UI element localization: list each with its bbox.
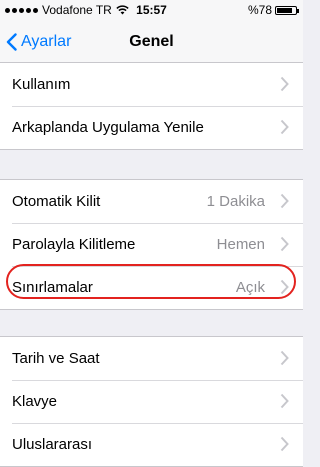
settings-group-lock: Otomatik Kilit 1 Dakika Parolayla Kilitl… bbox=[0, 179, 303, 310]
settings-row-international[interactable]: Uluslararası bbox=[0, 423, 303, 466]
navigation-bar: Ayarlar Genel bbox=[0, 20, 303, 64]
battery-area: %78 bbox=[247, 0, 299, 20]
row-label: Klavye bbox=[12, 393, 58, 410]
row-value: Açık bbox=[235, 279, 265, 296]
settings-row-passcode-lock[interactable]: Parolayla Kilitleme Hemen bbox=[0, 223, 303, 266]
row-label: Otomatik Kilit bbox=[12, 193, 101, 210]
row-label: Tarih ve Saat bbox=[12, 350, 100, 367]
chevron-right-icon bbox=[280, 393, 289, 409]
settings-row-kullanim[interactable]: Kullanım bbox=[0, 63, 303, 106]
settings-group-usage: Kullanım Arkaplanda Uygulama Yenile bbox=[0, 62, 303, 150]
chevron-right-icon bbox=[280, 76, 289, 92]
settings-row-keyboard[interactable]: Klavye bbox=[0, 380, 303, 423]
battery-percentage: %78 bbox=[247, 3, 272, 17]
status-bar: Vodafone TR 15:57 %78 bbox=[0, 0, 303, 20]
chevron-right-icon bbox=[280, 279, 289, 295]
settings-row-auto-lock[interactable]: Otomatik Kilit 1 Dakika bbox=[0, 180, 303, 223]
row-label: Arkaplanda Uygulama Yenile bbox=[12, 119, 204, 136]
settings-row-background-refresh[interactable]: Arkaplanda Uygulama Yenile bbox=[0, 106, 303, 149]
row-label: Sınırlamalar bbox=[12, 279, 93, 296]
chevron-right-icon bbox=[280, 193, 289, 209]
row-label: Kullanım bbox=[12, 76, 71, 93]
row-label: Parolayla Kilitleme bbox=[12, 236, 136, 253]
row-label: Uluslararası bbox=[12, 436, 93, 453]
chevron-right-icon bbox=[280, 119, 289, 135]
battery-icon bbox=[275, 5, 299, 15]
settings-row-date-time[interactable]: Tarih ve Saat bbox=[0, 337, 303, 380]
settings-group-regional: Tarih ve Saat Klavye Uluslararası bbox=[0, 336, 303, 467]
row-value: Hemen bbox=[216, 236, 265, 253]
settings-row-restrictions[interactable]: Sınırlamalar Açık bbox=[0, 266, 303, 309]
chevron-right-icon bbox=[280, 350, 289, 366]
row-value: 1 Dakika bbox=[206, 193, 265, 210]
chevron-right-icon bbox=[280, 236, 289, 252]
chevron-right-icon bbox=[280, 436, 289, 452]
page-title: Genel bbox=[129, 33, 174, 50]
